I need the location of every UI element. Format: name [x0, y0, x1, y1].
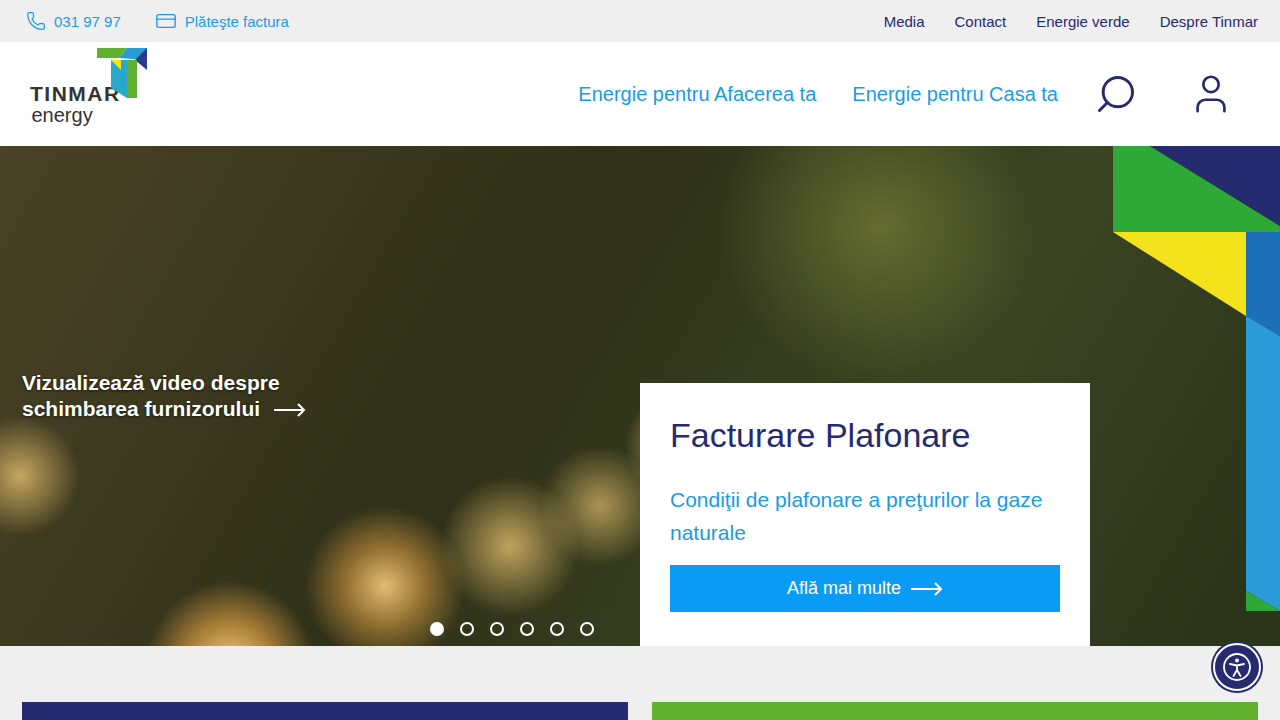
- user-icon: [1188, 71, 1234, 117]
- logo-mark-icon: [97, 48, 149, 104]
- slider-dot[interactable]: [490, 622, 504, 636]
- header: TINMARenergy Energie pentru Afacerea ta En…: [0, 42, 1280, 146]
- nav-link[interactable]: Energie pentru Casa ta: [852, 83, 1058, 106]
- pay-bill-link[interactable]: Plăteşte factura: [155, 10, 289, 32]
- slide-subtitle: Condiţii de plafonare a preţurilor la ga…: [670, 483, 1060, 549]
- slider-dot[interactable]: [460, 622, 474, 636]
- decor-triangles-icon: [1113, 146, 1280, 611]
- top-link[interactable]: Despre Tinmar: [1160, 13, 1258, 30]
- accessibility-icon: [1222, 652, 1252, 682]
- card-icon: [155, 10, 177, 32]
- accessibility-button[interactable]: [1213, 643, 1261, 691]
- phone-icon: [26, 11, 46, 31]
- slider-dot[interactable]: [550, 622, 564, 636]
- video-link[interactable]: Vizualizează video despre schimbarea fur…: [22, 370, 332, 422]
- slider-dot[interactable]: [430, 622, 444, 636]
- slider-dot[interactable]: [580, 622, 594, 636]
- slider-dots: [430, 622, 594, 636]
- top-bar: 031 97 97 Plăteşte factura Media Contact Ene…: [0, 0, 1280, 42]
- search-icon: [1094, 72, 1138, 116]
- slide-title: Facturare Plafonare: [670, 413, 1060, 457]
- nav-link[interactable]: Energie pentru Afacerea ta: [578, 83, 816, 106]
- arrow-right-icon: [274, 403, 306, 417]
- tiles: [0, 646, 1280, 720]
- slider-dot[interactable]: [520, 622, 534, 636]
- phone-link[interactable]: 031 97 97: [26, 11, 121, 31]
- top-link[interactable]: Media: [884, 13, 925, 30]
- learn-more-button[interactable]: Află mai multe: [670, 565, 1060, 612]
- top-link[interactable]: Contact: [955, 13, 1007, 30]
- logo[interactable]: TINMARenergy: [30, 48, 149, 140]
- search-button[interactable]: [1094, 72, 1138, 116]
- account-button[interactable]: [1188, 71, 1234, 117]
- tile[interactable]: [22, 702, 628, 720]
- hero-slider: Vizualizează video despre schimbarea fur…: [0, 146, 1280, 646]
- tile[interactable]: [652, 702, 1258, 720]
- arrow-right-icon: [911, 582, 943, 596]
- top-link[interactable]: Energie verde: [1036, 13, 1129, 30]
- slide-card: Facturare Plafonare Condiţii de plafonare…: [640, 383, 1090, 646]
